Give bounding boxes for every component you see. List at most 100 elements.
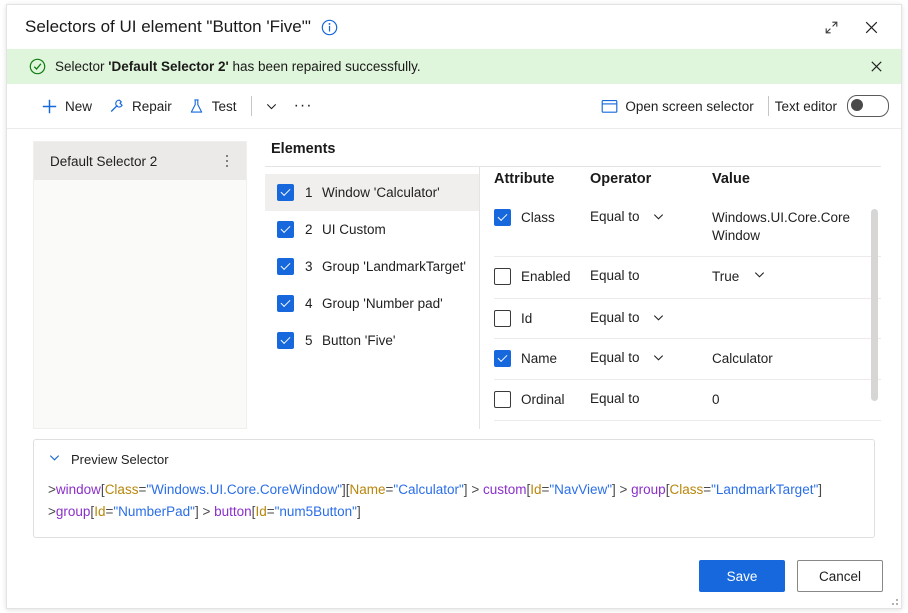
attribute-name-ordinal: Ordinal <box>521 391 565 407</box>
operator-cell-enabled: Equal to <box>590 257 712 294</box>
repair-button[interactable]: Repair <box>100 90 180 122</box>
attributes-table: Attribute Operator Value Class Equal to <box>480 167 881 429</box>
new-button-label: New <box>65 98 93 114</box>
elements-panel: Elements 1 Window 'Calculator' 2 UI Cust… <box>265 141 881 429</box>
preview-token-tag: group <box>55 503 91 519</box>
new-button[interactable]: New <box>33 90 100 122</box>
preview-token-tag: window <box>55 482 101 497</box>
attribute-row-ordinal[interactable]: Ordinal Equal to 0 <box>494 380 881 421</box>
operator-label-id: Equal to <box>590 309 640 325</box>
value-cell-ordinal[interactable]: 0 <box>712 380 881 420</box>
attribute-row-name[interactable]: Name Equal to Calculator <box>494 339 881 380</box>
attribute-checkbox-id[interactable] <box>494 309 511 327</box>
attribute-name-id: Id <box>521 310 533 326</box>
element-checkbox-3[interactable] <box>277 257 294 275</box>
success-banner: Selector 'Default Selector 2' has been r… <box>7 49 901 84</box>
attribute-checkbox-enabled[interactable] <box>494 268 511 286</box>
value-cell-name[interactable]: Calculator <box>712 339 881 379</box>
dialog-toolbar: New Repair Test ··· Open screen selector… <box>7 84 901 129</box>
attribute-checkbox-name[interactable] <box>494 349 511 367</box>
attribute-row-enabled[interactable]: Enabled Equal to True <box>494 257 881 299</box>
operator-label-ordinal: Equal to <box>590 390 640 406</box>
cancel-button[interactable]: Cancel <box>797 560 883 592</box>
operator-cell-process: Equal to <box>590 421 712 429</box>
toolbar-divider-2 <box>767 96 769 116</box>
open-screen-selector-button[interactable]: Open screen selector <box>593 90 761 122</box>
operator-chevron-down-icon-id[interactable] <box>652 311 665 324</box>
element-row-2[interactable]: 2 UI Custom <box>265 211 479 248</box>
operator-label-enabled: Equal to <box>590 268 640 284</box>
attribute-row-class[interactable]: Class Equal to Windows.UI.Core.CoreWindo… <box>494 198 881 258</box>
value-cell-enabled[interactable]: True <box>712 257 881 297</box>
preview-token-key: Class <box>669 482 704 497</box>
preview-token-str: "Calculator" <box>393 482 464 497</box>
selectors-dialog: Selectors of UI element "Button 'Five'" <box>6 4 902 609</box>
preview-selector-header[interactable]: Preview Selector <box>48 451 860 467</box>
expand-icon[interactable] <box>811 11 851 43</box>
chevron-down-icon[interactable] <box>48 451 61 467</box>
preview-token-brk: ] <box>818 482 823 497</box>
preview-token-gt: > <box>615 482 632 497</box>
attributes-scrollbar[interactable] <box>871 208 878 407</box>
preview-token-brk: ] <box>356 503 361 519</box>
element-checkbox-1[interactable] <box>277 183 294 201</box>
element-label-2: UI Custom <box>322 221 386 237</box>
operator-chevron-down-icon-name[interactable] <box>652 351 665 364</box>
element-label-3: Group 'LandmarkTarget' <box>322 258 466 274</box>
preview-token-gt: > <box>48 482 56 497</box>
attribute-cell-class: Class <box>494 198 590 237</box>
attribute-name-name: Name <box>521 350 558 366</box>
banner-selector-name: 'Default Selector 2' <box>108 59 229 74</box>
attribute-cell-id: Id <box>494 299 590 338</box>
resize-handle[interactable] <box>886 593 898 605</box>
preview-token-key: Name <box>349 482 386 497</box>
test-button[interactable]: Test <box>180 90 245 122</box>
element-row-5[interactable]: 5 Button 'Five' <box>265 322 479 359</box>
attributes-scrollbar-thumb[interactable] <box>871 208 878 401</box>
banner-close-icon[interactable] <box>863 54 889 80</box>
preview-token-tag: custom <box>482 482 527 497</box>
success-check-icon <box>29 58 46 75</box>
element-label-5: Button 'Five' <box>322 332 396 348</box>
value-cell-process[interactable]: CalculatorApp <box>712 421 881 429</box>
element-index-4: 4 <box>305 295 313 311</box>
selector-list-item[interactable]: Default Selector 2 <box>34 142 246 180</box>
more-options-ellipsis-icon[interactable]: ··· <box>285 90 322 122</box>
close-icon[interactable] <box>851 11 891 43</box>
element-checkbox-4[interactable] <box>277 294 294 312</box>
value-cell-id[interactable] <box>712 299 881 321</box>
element-row-4[interactable]: 4 Group 'Number pad' <box>265 285 479 322</box>
element-checkbox-5[interactable] <box>277 331 294 349</box>
element-row-1[interactable]: 1 Window 'Calculator' <box>265 173 479 211</box>
element-checkbox-2[interactable] <box>277 220 294 238</box>
operator-chevron-down-icon-class[interactable] <box>652 210 665 223</box>
value-chevron-down-icon-enabled[interactable] <box>753 268 766 281</box>
plus-icon <box>41 98 58 115</box>
attribute-name-class: Class <box>521 209 555 225</box>
operator-label-name: Equal to <box>590 349 640 365</box>
more-vertical-icon[interactable] <box>216 148 238 174</box>
value-text-name: Calculator <box>712 350 773 366</box>
elements-split: 1 Window 'Calculator' 2 UI Custom 3 Grou… <box>265 166 881 429</box>
operator-label-class: Equal to <box>590 208 640 224</box>
attribute-row-id[interactable]: Id Equal to <box>494 299 881 339</box>
text-editor-toggle[interactable] <box>847 95 889 117</box>
attribute-cell-enabled: Enabled <box>494 257 590 296</box>
attribute-checkbox-ordinal[interactable] <box>494 390 511 408</box>
preview-token-str: "NavView" <box>549 482 612 497</box>
element-row-3[interactable]: 3 Group 'LandmarkTarget' <box>265 248 479 285</box>
test-button-label: Test <box>211 98 237 114</box>
value-cell-class[interactable]: Windows.UI.Core.CoreWindow <box>712 198 881 256</box>
test-options-chevron-down-icon[interactable] <box>258 90 285 122</box>
preview-token-key: Id <box>255 503 267 519</box>
selector-list-item-label: Default Selector 2 <box>50 153 158 169</box>
attribute-row-process[interactable]: Process Equal to CalculatorApp <box>494 421 881 429</box>
preview-token-gt: > <box>198 503 215 519</box>
attribute-checkbox-class[interactable] <box>494 208 511 226</box>
preview-selector-panel: Preview Selector >window[Class="Windows.… <box>33 439 875 538</box>
preview-selector-code[interactable]: >window[Class="Windows.UI.Core.CoreWindo… <box>48 479 860 523</box>
save-button[interactable]: Save <box>699 560 785 592</box>
elements-list: 1 Window 'Calculator' 2 UI Custom 3 Grou… <box>265 167 479 429</box>
info-icon[interactable] <box>321 19 338 36</box>
success-banner-text: Selector 'Default Selector 2' has been r… <box>55 59 863 74</box>
